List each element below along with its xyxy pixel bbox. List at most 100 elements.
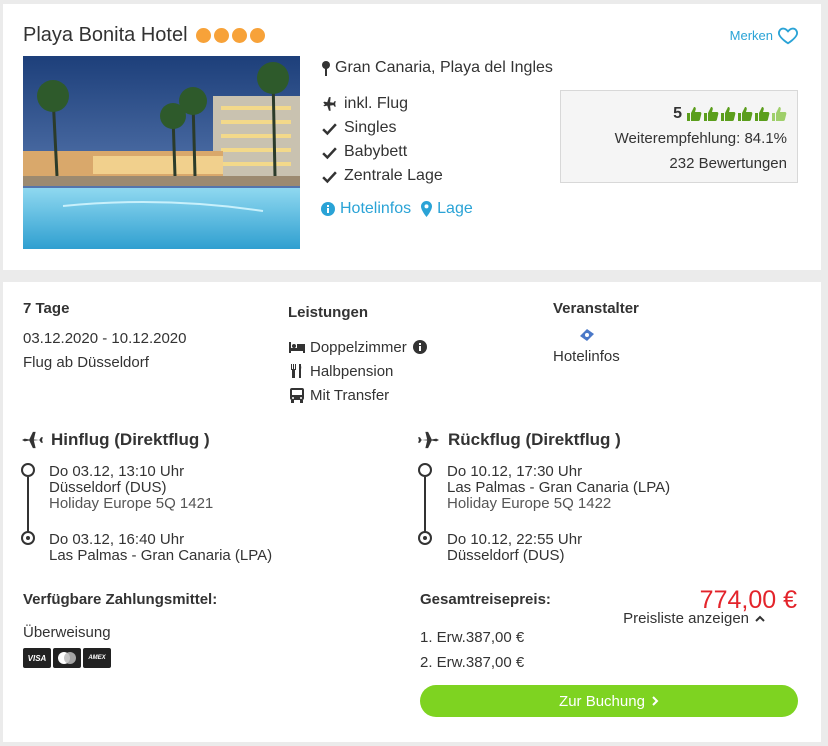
service-label: Doppelzimmer [310, 338, 407, 356]
thumbs-up-icon [704, 106, 719, 121]
thumbs-up-icon [772, 106, 787, 121]
booking-button[interactable]: Zur Buchung [420, 685, 798, 717]
hotel-photo[interactable] [23, 56, 300, 249]
bus-icon [290, 388, 304, 403]
outbound-timeline [21, 463, 37, 547]
outbound-arr-time: Do 03.12, 16:40 Uhr [49, 531, 185, 548]
thumbs-up-icon [721, 106, 736, 121]
rating-score-row: 5 [561, 101, 787, 126]
check-icon [322, 122, 337, 135]
outbound-departure: Do 03.12, 13:10 Uhr Düsseldorf (DUS) Hol… [49, 464, 213, 512]
cutlery-icon [291, 364, 302, 378]
trip-departure: Flug ab Düsseldorf [23, 354, 149, 371]
feature-label: inkl. Flug [344, 95, 409, 112]
timeline-line [27, 477, 29, 533]
outbound-flight-number: Holiday Europe 5Q 1421 [49, 495, 214, 512]
return-arr-time: Do 10.12, 22:55 Uhr [447, 531, 583, 548]
chevron-right-icon[interactable] [651, 696, 659, 706]
trip-duration: 7 Tage [23, 300, 70, 317]
timeline-start-dot [21, 463, 35, 477]
feature-label: Zentrale Lage [344, 167, 443, 184]
feature-zentrale-lage: Zentrale Lage [321, 164, 443, 188]
info-icon[interactable] [321, 202, 335, 216]
star-icon [231, 28, 247, 43]
service-label: Mit Transfer [310, 386, 390, 404]
return-heading: Rückflug (Direktflug ) [418, 430, 621, 450]
recommendation-text: Weiterempfehlung: 84.1% [614, 130, 787, 147]
hotel-links: Hotelinfos Lage [321, 200, 473, 218]
lage-label[interactable]: Lage [437, 200, 473, 218]
return-timeline [418, 463, 434, 547]
outbound-heading: Hinflug (Direktflug ) [21, 430, 210, 450]
check-icon [322, 146, 337, 159]
plane-icon [22, 431, 43, 449]
thumbs-up-icon [755, 106, 770, 121]
map-marker-icon[interactable] [421, 201, 433, 217]
operator-logo[interactable] [578, 326, 596, 349]
check-icon [322, 170, 337, 183]
return-departure: Do 10.12, 17:30 Uhr Las Palmas - Gran Ca… [447, 464, 670, 512]
return-flight-number: Holiday Europe 5Q 1422 [447, 495, 612, 512]
return-arr-airport: Düsseldorf (DUS) [447, 547, 565, 564]
services-heading: Leistungen [288, 304, 369, 321]
timeline-end-dot [418, 531, 432, 545]
booking-label[interactable]: Zur Buchung [559, 693, 645, 710]
feature-flight: inkl. Flug [321, 92, 443, 116]
thumbs-up-icon [738, 106, 753, 121]
services-list: Doppelzimmer Halbpension Mit Transfer [288, 335, 429, 407]
operator-hotelinfos-link[interactable]: Hotelinfos [553, 348, 620, 365]
hotel-title[interactable]: Playa Bonita Hotel [23, 24, 265, 47]
price-line-1: 1. Erw.387,00 € [420, 629, 525, 646]
rating-thumbs [686, 106, 787, 122]
plane-icon [323, 96, 336, 111]
outbound-dep-time: Do 03.12, 13:10 Uhr [49, 463, 185, 480]
price-line-2: 2. Erw.387,00 € [420, 654, 525, 671]
merken-label[interactable]: Merken [730, 28, 773, 43]
trip-dates: 03.12.2020 - 10.12.2020 [23, 330, 187, 347]
service-label: Halbpension [310, 362, 394, 380]
timeline-line [424, 477, 426, 533]
payment-cards: VISA AMEX [23, 648, 111, 668]
timeline-start-dot [418, 463, 432, 477]
feature-label: Babybett [344, 143, 408, 160]
hotel-name[interactable]: Playa Bonita Hotel [23, 24, 188, 47]
star-icon [249, 28, 265, 43]
mastercard-icon [53, 648, 81, 668]
service-transfer: Mit Transfer [288, 383, 429, 407]
hotelinfos-link[interactable]: Hotelinfos [321, 200, 411, 218]
outbound-title: Hinflug (Direktflug ) [51, 430, 210, 449]
total-price-heading: Gesamtreisepreis: [420, 591, 551, 608]
star-icon [195, 28, 211, 43]
feature-singles: Singles [321, 116, 443, 140]
chevron-up-icon[interactable] [755, 615, 765, 623]
star-icon [213, 28, 229, 43]
payment-method: Überweisung [23, 624, 111, 641]
heart-icon[interactable] [777, 24, 799, 46]
info-icon[interactable] [411, 339, 429, 355]
offer-card: 7 Tage 03.12.2020 - 10.12.2020 Flug ab D… [3, 282, 821, 742]
lage-link[interactable]: Lage [421, 200, 473, 218]
thumbs-up-icon [687, 106, 702, 121]
price-list-label[interactable]: Preisliste anzeigen [623, 610, 749, 627]
outbound-arr-airport: Las Palmas - Gran Canaria (LPA) [49, 547, 273, 564]
amex-card-icon: AMEX [83, 648, 111, 668]
payment-heading: Verfügbare Zahlungsmittel: [23, 591, 218, 608]
hotelinfos-label[interactable]: Hotelinfos [340, 200, 411, 218]
outbound-dep-airport: Düsseldorf (DUS) [49, 479, 167, 496]
reviews-count: 232 Bewertungen [669, 155, 787, 172]
map-pin-icon [322, 61, 330, 76]
rating-score: 5 [673, 105, 682, 122]
price-list-toggle[interactable]: Preisliste anzeigen [623, 610, 765, 627]
outbound-arrival: Do 03.12, 16:40 Uhr Las Palmas - Gran Ca… [49, 532, 272, 564]
hotel-stars [195, 28, 265, 43]
service-board: Halbpension [288, 359, 429, 383]
service-room: Doppelzimmer [288, 335, 429, 359]
timeline-end-dot [21, 531, 35, 545]
hotel-card: Playa Bonita Hotel Merken Gran Canaria, … [3, 4, 821, 270]
return-title: Rückflug (Direktflug ) [448, 430, 621, 449]
rating-box[interactable]: 5 Weiterempfehlung: 84.1% 232 Bewertunge… [560, 90, 798, 183]
hotel-features: inkl. Flug Singles Babybett Zentrale Lag… [321, 92, 443, 188]
merken-button[interactable]: Merken [730, 24, 799, 46]
plane-icon [418, 431, 439, 449]
return-dep-airport: Las Palmas - Gran Canaria (LPA) [447, 479, 671, 496]
